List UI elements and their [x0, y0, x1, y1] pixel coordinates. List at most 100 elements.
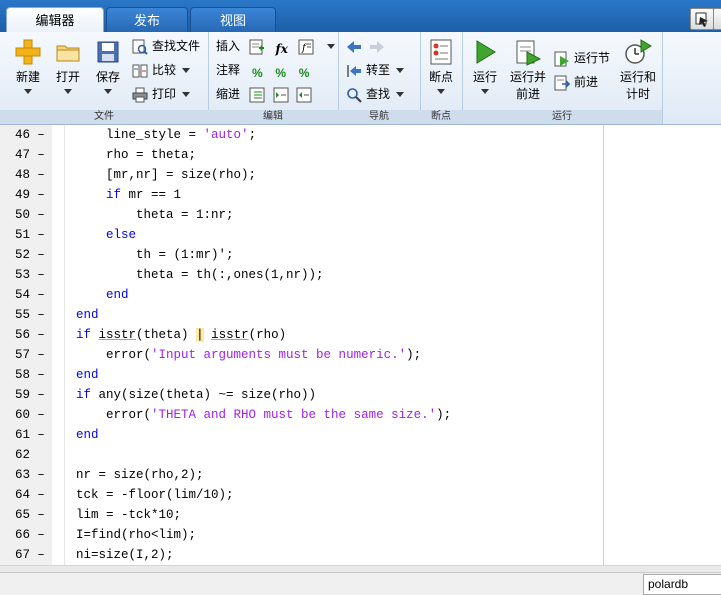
uncomment-percent-icon[interactable]: % [273, 63, 289, 80]
breakpoint-marker[interactable]: – [36, 545, 46, 565]
find-files-button[interactable]: 查找文件 [132, 36, 200, 56]
compare-button[interactable]: 比较 [132, 60, 191, 80]
breakpoint-marker[interactable]: – [36, 245, 46, 265]
smart-indent-icon[interactable] [249, 87, 265, 103]
code-line[interactable]: 63– nr = size(rho,2); [0, 465, 721, 485]
breakpoint-marker[interactable]: – [36, 465, 46, 485]
new-button[interactable]: 新建 [8, 38, 48, 94]
find-dropdown-icon[interactable] [396, 92, 405, 98]
more-icon[interactable] [713, 8, 721, 30]
code-line[interactable]: 64– tck = -floor(lim/10); [0, 485, 721, 505]
code-line[interactable]: 54– end [0, 285, 721, 305]
insert-section-icon[interactable] [249, 39, 265, 55]
tab-view[interactable]: 视图 [190, 7, 276, 33]
run-button[interactable]: 运行 [466, 38, 504, 94]
forward-arrow-icon[interactable] [369, 39, 385, 55]
breakpoint-marker[interactable]: – [36, 365, 46, 385]
code-line[interactable]: 52– th = (1:mr)'; [0, 245, 721, 265]
code-text: error('Input arguments must be numeric.'… [76, 345, 421, 365]
code-token: line_style = [106, 128, 204, 142]
back-arrow-icon[interactable] [346, 39, 362, 55]
goto-dropdown-icon[interactable] [396, 68, 405, 74]
decrease-indent-icon[interactable] [296, 87, 312, 103]
function-hint-icon[interactable]: f [298, 39, 314, 55]
run-and-advance-button[interactable]: 运行并 前进 [506, 38, 550, 102]
breakpoint-marker[interactable]: – [36, 125, 46, 145]
breakpoint-marker[interactable]: – [36, 385, 46, 405]
code-line[interactable]: 58– end [0, 365, 721, 385]
code-line[interactable]: 53– theta = th(:,ones(1,nr)); [0, 265, 721, 285]
code-line[interactable]: 59– if any(size(theta) ~= size(rho)) [0, 385, 721, 405]
save-button[interactable]: 保存 [88, 38, 128, 94]
code-line[interactable]: 48– [mr,nr] = size(rho); [0, 165, 721, 185]
run-section-button[interactable]: 运行节 [554, 48, 610, 68]
insert-dropdown-icon[interactable] [327, 44, 336, 50]
indent-button[interactable]: 缩进 [216, 84, 316, 104]
code-line[interactable]: 55– end [0, 305, 721, 325]
advance-button[interactable]: 前进 [554, 72, 598, 92]
goto-icon [346, 63, 362, 79]
run-and-time-icon [624, 38, 652, 66]
code-line[interactable]: 47– rho = theta; [0, 145, 721, 165]
find-button[interactable]: 查找 [346, 84, 405, 104]
code-token: theta = th(:,ones(1,nr)); [136, 268, 324, 282]
save-dropdown-icon[interactable] [104, 89, 112, 94]
new-dropdown-icon[interactable] [24, 89, 32, 94]
breakpoint-marker[interactable]: – [36, 145, 46, 165]
run-and-time-button[interactable]: 运行和 计时 [616, 38, 660, 102]
print-dropdown-icon[interactable] [182, 92, 191, 98]
print-button[interactable]: 打印 [132, 84, 191, 104]
breakpoint-marker[interactable]: – [36, 305, 46, 325]
keyword-token: else [106, 228, 137, 242]
breakpoint-marker[interactable]: – [36, 225, 46, 245]
breakpoint-marker[interactable]: – [36, 345, 46, 365]
quick-access-icon[interactable] [690, 8, 714, 30]
breakpoint-marker[interactable]: – [36, 325, 46, 345]
open-button[interactable]: 打开 [48, 38, 88, 94]
code-line[interactable]: 46– line_style = 'auto'; [0, 125, 721, 145]
keyword-token: end [76, 368, 99, 382]
code-text: end [76, 285, 129, 305]
breakpoint-marker[interactable]: – [36, 285, 46, 305]
breakpoint-marker[interactable]: – [36, 525, 46, 545]
breakpoint-marker[interactable]: – [36, 185, 46, 205]
code-line[interactable]: 67– ni=size(I,2); [0, 545, 721, 565]
code-line[interactable]: 61– end [0, 425, 721, 445]
run-and-time-label-line2: 计时 [625, 87, 650, 101]
code-line[interactable]: 60– error('THETA and RHO must be the sam… [0, 405, 721, 425]
code-line[interactable]: 62 [0, 445, 721, 465]
breakpoint-marker[interactable]: – [36, 265, 46, 285]
code-line[interactable]: 57– error('Input arguments must be numer… [0, 345, 721, 365]
comment-percent-icon[interactable]: % [249, 63, 265, 80]
code-line[interactable]: 56– if isstr(theta) | isstr(rho) [0, 325, 721, 345]
breakpoint-marker[interactable]: – [36, 485, 46, 505]
code-line[interactable]: 65– lim = -tck*10; [0, 505, 721, 525]
code-editor[interactable]: 46– line_style = 'auto'; 47– rho = theta;… [0, 125, 721, 565]
wrap-comment-icon[interactable]: % [296, 63, 312, 80]
insert-button[interactable]: 插入 fx f [216, 36, 336, 56]
code-line[interactable]: 66– I=find(rho<lim); [0, 525, 721, 545]
code-line[interactable]: 50– theta = 1:nr; [0, 205, 721, 225]
code-line[interactable]: 49– if mr == 1 [0, 185, 721, 205]
run-dropdown-icon[interactable] [481, 89, 489, 94]
goto-button[interactable]: 转至 [346, 60, 405, 80]
tab-publish[interactable]: 发布 [106, 7, 188, 33]
tab-editor[interactable]: 编辑器 [6, 7, 104, 33]
breakpoint-marker[interactable]: – [36, 505, 46, 525]
breakpoint-marker[interactable]: – [36, 205, 46, 225]
breakpoint-marker[interactable]: – [36, 405, 46, 425]
folder-icon [54, 38, 82, 66]
comment-button[interactable]: 注释 % % % [216, 60, 316, 80]
compare-dropdown-icon[interactable] [182, 68, 191, 74]
open-dropdown-icon[interactable] [64, 89, 72, 94]
fx-icon[interactable]: fx [273, 39, 291, 56]
code-line[interactable]: 51– else [0, 225, 721, 245]
breakpoint-marker[interactable]: – [36, 165, 46, 185]
code-text: if isstr(theta) | isstr(rho) [76, 325, 286, 345]
breakpoints-dropdown-icon[interactable] [437, 89, 445, 94]
breakpoints-button[interactable]: 断点 [422, 38, 460, 94]
increase-indent-icon[interactable] [273, 87, 289, 103]
breakpoint-marker[interactable]: – [36, 425, 46, 445]
